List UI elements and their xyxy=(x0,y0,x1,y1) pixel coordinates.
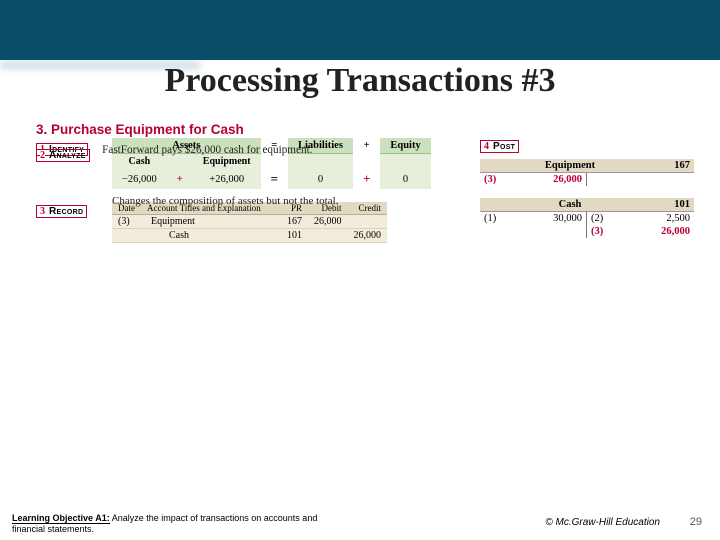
ledger-equip-l1-ref: (3) xyxy=(484,174,508,185)
step-2-box: 2 Analyze xyxy=(36,149,90,162)
step-2-number: 2 xyxy=(40,150,45,161)
ledger-cash-l1-ref: (1) xyxy=(484,213,508,224)
j-r2-debit xyxy=(308,229,348,243)
j-r2-account: Cash xyxy=(141,229,281,243)
journal-entry: Date Account Titles and Explanation PR D… xyxy=(112,202,387,243)
learning-objective: Learning Objective A1: Analyze the impac… xyxy=(12,513,352,534)
lo-bold: Learning Objective A1: xyxy=(12,513,110,524)
step-3-number: 3 xyxy=(40,206,45,217)
eq-equity-value: 0 xyxy=(380,169,430,189)
ledger-cash-l1-amt: 30,000 xyxy=(508,213,582,224)
j-r2-credit: 26,000 xyxy=(348,229,388,243)
ledger-cash-r2-ref: (3) xyxy=(591,226,615,237)
page-number: 29 xyxy=(690,516,702,528)
ledger-equipment: Equipment 167 (3) 26,000 xyxy=(480,159,694,186)
copyright: © Mc.Graw-Hill Education xyxy=(545,517,660,528)
eq-cash-value: −26,000 xyxy=(112,169,167,189)
ledger-cash-r2-amt: 26,000 xyxy=(615,226,690,237)
slide-title: Processing Transactions #3 xyxy=(0,62,720,100)
jh-account: Account Titles and Explanation xyxy=(141,202,281,215)
eq-equipment-label: Equipment xyxy=(193,154,261,170)
ledger-cash-name: Cash xyxy=(480,198,660,211)
step-2-label: Analyze xyxy=(49,150,86,161)
ledger-equip-no: 167 xyxy=(660,159,694,172)
step-4-label: Post xyxy=(493,141,515,152)
ledger-cash-no: 101 xyxy=(660,198,694,211)
j-r2-date xyxy=(112,229,141,243)
ledger-cash-r1-ref: (2) xyxy=(591,213,615,224)
post-area: 4 Post Equipment 167 (3) 26,000 xyxy=(480,140,694,250)
j-r1-date: (3) xyxy=(112,215,141,229)
slide: Processing Transactions #3 3. Purchase E… xyxy=(0,0,720,540)
eq-liab-value: 0 xyxy=(288,169,353,189)
eq-equipment-value: +26,000 xyxy=(193,169,261,189)
ledger-cash-r1-amt: 2,500 xyxy=(615,213,690,224)
jh-credit: Credit xyxy=(348,202,388,215)
step-4-box: 4 Post xyxy=(480,140,519,153)
eq-equity-header: Equity xyxy=(380,138,430,154)
eq-cash-label: Cash xyxy=(112,154,167,170)
eq-equal-sign-2: = xyxy=(261,169,288,189)
identify-text: FastForward pays $26,000 cash for equipm… xyxy=(96,144,312,156)
eq-plus-sign-2: + xyxy=(353,169,380,189)
ledger-equip-l1-amt: 26,000 xyxy=(508,174,582,185)
j-r1-debit: 26,000 xyxy=(308,215,348,229)
j-r1-account: Equipment xyxy=(141,215,281,229)
post-title-row: 4 Post xyxy=(480,140,694,153)
eq-plus-sign-1: + xyxy=(353,138,380,154)
ledger-equip-name: Equipment xyxy=(480,159,660,172)
j-r1-pr: 167 xyxy=(281,215,308,229)
title-bar xyxy=(0,0,720,60)
ledger-cash: Cash 101 (1) 30,000 (2) 2,500 (3) xyxy=(480,198,694,238)
step-3-label: Record xyxy=(49,206,83,217)
j-r2-pr: 101 xyxy=(281,229,308,243)
step-3-box: 3 Record xyxy=(36,205,87,218)
j-r1-credit xyxy=(348,215,388,229)
eq-inner-plus: + xyxy=(167,169,193,189)
step-4-number: 4 xyxy=(484,141,489,152)
section-heading: 3. Purchase Equipment for Cash xyxy=(36,122,684,137)
